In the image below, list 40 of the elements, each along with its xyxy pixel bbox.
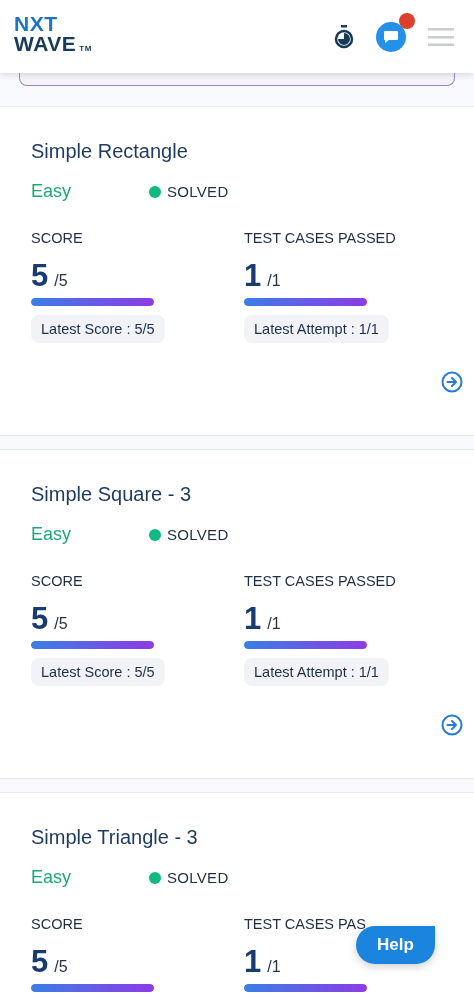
stat-label: SCORE <box>31 230 83 246</box>
status-text: SOLVED <box>167 526 229 543</box>
arrow-right-icon <box>441 714 463 736</box>
logo-text: NXT <box>14 14 59 34</box>
latest-pill: Latest Attempt : 1/1 <box>244 315 389 343</box>
open-button[interactable] <box>441 714 463 736</box>
stat-value: 5 <box>31 944 49 980</box>
stat-label: SCORE <box>31 573 83 589</box>
stat-total: /5 <box>54 958 68 976</box>
stat-label: TEST CASES PASSED <box>244 573 396 589</box>
stat-value: 5 <box>31 258 49 294</box>
chat-icon <box>383 29 399 44</box>
stat-total: /5 <box>54 272 68 290</box>
chat-button[interactable] <box>376 21 406 52</box>
latest-pill: Latest Attempt : 1/1 <box>244 658 389 686</box>
difficulty: Easy <box>31 867 73 888</box>
stat-value: 1 <box>244 601 262 637</box>
status-text: SOLVED <box>167 869 229 886</box>
difficulty: Easy <box>31 181 73 202</box>
stat-total: /1 <box>267 272 281 290</box>
stat-total: /5 <box>54 615 68 633</box>
arrow-right-icon <box>441 371 463 393</box>
problem-title: Simple Rectangle <box>31 140 189 163</box>
stat-label: TEST CASES PASSED <box>244 230 396 246</box>
latest-pill: Latest Score : 5/5 <box>31 315 165 343</box>
stat-value: 1 <box>244 944 262 980</box>
problem-title: Simple Triangle - 3 <box>31 826 199 849</box>
latest-pill: Latest Score : 5/5 <box>31 658 165 686</box>
stat-value: 1 <box>244 258 262 294</box>
stat-value: 5 <box>31 601 49 637</box>
stat-total: /1 <box>267 958 281 976</box>
stopwatch-icon[interactable] <box>334 24 354 49</box>
stat-label: SCORE <box>31 916 83 932</box>
problem-title: Simple Square - 3 <box>31 483 193 506</box>
trademark: TM <box>79 43 92 55</box>
difficulty: Easy <box>31 524 73 545</box>
status-text: SOLVED <box>167 183 229 200</box>
open-button[interactable] <box>441 371 463 393</box>
logo-text: WAVE <box>14 34 77 54</box>
stat-total: /1 <box>267 615 281 633</box>
